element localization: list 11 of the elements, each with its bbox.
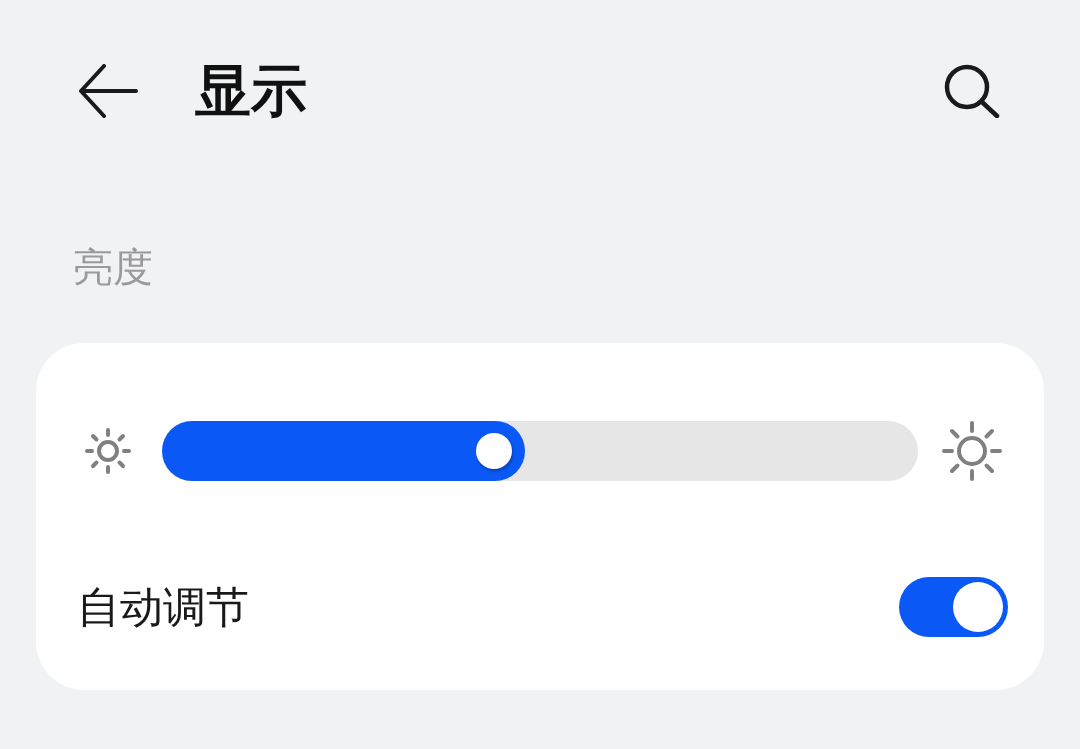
back-arrow-icon (78, 64, 138, 118)
dim-sun-icon (85, 428, 131, 474)
brightness-slider-track[interactable] (162, 421, 918, 481)
back-button[interactable] (78, 64, 138, 118)
section-label: 亮度 (73, 247, 153, 287)
search-icon (944, 64, 1000, 118)
auto-adjust-label: 自动调节 (77, 585, 249, 629)
page-title: 显示 (195, 63, 307, 119)
auto-adjust-toggle[interactable] (899, 577, 1008, 637)
search-button[interactable] (944, 64, 1000, 118)
bright-sun-icon (942, 421, 1002, 481)
